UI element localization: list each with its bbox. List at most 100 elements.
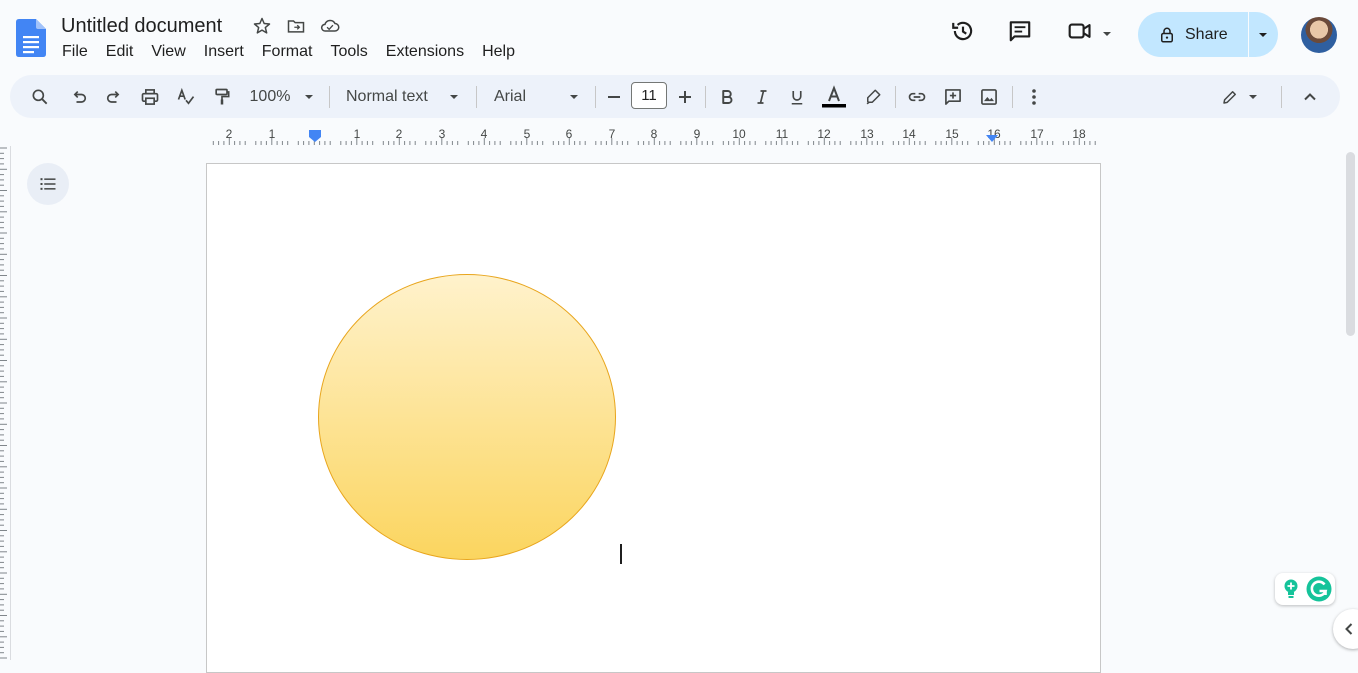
more-options-button[interactable] — [1024, 75, 1044, 118]
insert-link-button[interactable] — [905, 75, 929, 118]
text-cursor — [620, 544, 622, 564]
bold-button[interactable] — [715, 75, 739, 118]
highlight-color-button[interactable] — [861, 75, 885, 118]
toolbar-divider — [1012, 86, 1013, 108]
print-icon — [141, 88, 159, 105]
hide-menus-button[interactable] — [1298, 75, 1322, 118]
ruler-label: 2 — [396, 127, 403, 141]
toolbar-divider — [705, 86, 706, 108]
ruler-label: 7 — [609, 127, 616, 141]
undo-button[interactable] — [67, 75, 91, 118]
meet-dropdown-icon[interactable] — [1101, 30, 1113, 38]
zoom-select[interactable]: 100% — [248, 75, 292, 118]
editing-mode-dropdown-icon[interactable] — [1246, 75, 1260, 118]
font-select[interactable]: Arial — [494, 75, 554, 118]
print-button[interactable] — [138, 75, 162, 118]
ruler-label: 1 — [269, 127, 276, 141]
first-line-indent-marker[interactable] — [309, 130, 321, 133]
scrollbar-thumb[interactable] — [1346, 152, 1355, 336]
link-icon — [908, 92, 926, 101]
vertical-ruler[interactable] — [0, 146, 11, 660]
ruler-label: 9 — [694, 127, 701, 141]
share-button-group: Share — [1138, 12, 1278, 57]
increase-font-size-button[interactable] — [675, 75, 695, 118]
lightbulb-icon[interactable] — [1281, 578, 1301, 600]
document-page[interactable] — [206, 163, 1101, 673]
meet-video-icon[interactable] — [1067, 18, 1097, 44]
menu-view[interactable]: View — [151, 43, 194, 61]
star-icon[interactable] — [251, 15, 273, 37]
share-button[interactable]: Share — [1138, 12, 1228, 57]
spellcheck-icon — [177, 87, 195, 105]
add-comment-icon — [945, 88, 961, 105]
paint-format-button[interactable] — [210, 75, 234, 118]
share-dropdown-button[interactable] — [1249, 12, 1279, 57]
insert-image-button[interactable] — [977, 75, 1001, 118]
move-folder-icon[interactable] — [285, 15, 307, 37]
menu-format[interactable]: Format — [262, 43, 322, 61]
vertical-scrollbar[interactable] — [1343, 148, 1358, 660]
menu-help[interactable]: Help — [482, 43, 524, 61]
ruler-label: 13 — [860, 127, 874, 141]
underline-button[interactable] — [785, 75, 809, 118]
decrease-font-size-button[interactable] — [604, 75, 624, 118]
toolbar-divider — [895, 86, 896, 108]
menu-extensions[interactable]: Extensions — [386, 43, 473, 61]
ruler-label: 17 — [1030, 127, 1044, 141]
search-icon — [32, 89, 48, 104]
zoom-dropdown-icon[interactable] — [302, 75, 316, 118]
grammarly-widget[interactable] — [1275, 573, 1335, 605]
chevron-left-icon — [1345, 623, 1353, 635]
horizontal-ruler[interactable]: 2 1 1 2 3 4 5 6 7 8 9 10 11 12 13 14 15 … — [205, 124, 1102, 146]
undo-icon — [73, 90, 87, 103]
cloud-saved-icon[interactable] — [319, 15, 341, 37]
chevron-up-icon — [1304, 92, 1316, 100]
formatting-toolbar: 100% Normal text Arial 11 — [10, 75, 1340, 118]
ruler-label: 3 — [439, 127, 446, 141]
add-comment-button[interactable] — [941, 75, 965, 118]
editing-mode-button[interactable] — [1218, 75, 1242, 118]
menu-file[interactable]: File — [62, 43, 97, 61]
highlighter-icon — [866, 89, 881, 104]
circle-shape-drawing[interactable] — [318, 274, 616, 560]
version-history-icon[interactable] — [950, 18, 976, 44]
style-dropdown-icon[interactable] — [447, 75, 461, 118]
font-dropdown-icon[interactable] — [567, 75, 581, 118]
ruler-label: 5 — [524, 127, 531, 141]
font-size-input[interactable]: 11 — [631, 82, 667, 109]
minus-icon — [608, 95, 620, 98]
docs-logo-icon[interactable] — [16, 19, 46, 57]
paragraph-style-select[interactable]: Normal text — [346, 75, 436, 118]
underline-icon — [791, 90, 803, 104]
ruler-label: 12 — [817, 127, 831, 141]
image-icon — [981, 88, 997, 105]
menu-edit[interactable]: Edit — [106, 43, 143, 61]
lock-icon — [1161, 27, 1173, 42]
redo-button[interactable] — [102, 75, 126, 118]
ruler-label: 11 — [776, 127, 789, 141]
menu-insert[interactable]: Insert — [204, 43, 253, 61]
grammarly-logo-icon[interactable] — [1306, 576, 1332, 602]
text-color-icon — [822, 84, 846, 107]
pencil-icon — [1223, 90, 1236, 104]
search-menus-button[interactable] — [28, 75, 52, 118]
italic-button[interactable] — [750, 75, 774, 118]
account-avatar[interactable] — [1301, 17, 1337, 53]
side-panel-toggle-button[interactable] — [1333, 609, 1358, 649]
toolbar-divider — [476, 86, 477, 108]
document-outline-button[interactable] — [27, 163, 69, 205]
ruler-label: 18 — [1072, 127, 1086, 141]
redo-icon — [106, 90, 120, 103]
toolbar-divider — [329, 86, 330, 108]
ruler-label: 6 — [566, 127, 573, 141]
toolbar-divider — [1281, 86, 1282, 108]
ruler-label: 4 — [481, 127, 488, 141]
spell-check-button[interactable] — [174, 75, 198, 118]
menu-tools[interactable]: Tools — [330, 43, 376, 61]
paint-format-icon — [215, 88, 230, 104]
plus-icon — [679, 90, 691, 103]
text-color-button[interactable] — [820, 75, 848, 118]
document-title[interactable]: Untitled document — [61, 15, 222, 38]
italic-icon — [757, 89, 767, 104]
comments-icon[interactable] — [1007, 18, 1033, 44]
